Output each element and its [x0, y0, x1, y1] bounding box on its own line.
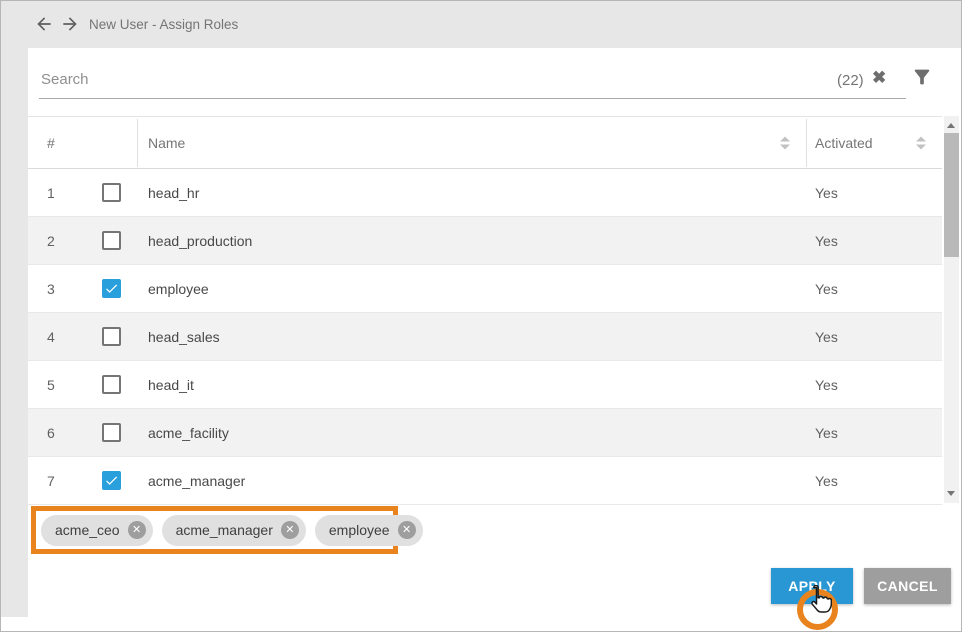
role-name: acme_manager [148, 473, 245, 489]
back-arrow-icon[interactable] [34, 14, 54, 34]
column-header-index: # [47, 135, 55, 151]
result-count: (22) [837, 72, 864, 89]
role-name: employee [148, 281, 209, 297]
role-name: head_hr [148, 185, 199, 201]
selected-role-chip: acme_manager ✕ [162, 515, 306, 546]
assign-roles-dialog: New User - Assign Roles Search (22) ✖ # … [0, 0, 962, 632]
activated-value: Yes [815, 377, 838, 393]
row-index: 4 [47, 329, 55, 345]
forward-arrow-icon[interactable] [60, 14, 80, 34]
scrollbar-thumb[interactable] [944, 133, 959, 257]
activated-value: Yes [815, 281, 838, 297]
role-checkbox[interactable] [102, 183, 121, 202]
chip-remove-icon[interactable]: ✕ [398, 521, 416, 539]
role-name: acme_facility [148, 425, 229, 441]
activated-value: Yes [815, 233, 838, 249]
search-input[interactable]: Search [41, 71, 89, 88]
page-title: New User - Assign Roles [89, 17, 238, 32]
chip-remove-icon[interactable]: ✕ [128, 521, 146, 539]
column-header-name: Name [148, 135, 185, 151]
table-row: 1 head_hr Yes [28, 169, 942, 217]
column-divider [806, 119, 807, 167]
table-row: 4 head_sales Yes [28, 313, 942, 361]
table-scrollbar [944, 116, 959, 503]
table-row: 3 employee Yes [28, 265, 942, 313]
chip-remove-icon[interactable]: ✕ [281, 521, 299, 539]
column-divider [137, 119, 138, 167]
search-underline [39, 98, 906, 99]
topbar: New User - Assign Roles [1, 1, 961, 48]
role-name: head_sales [148, 329, 220, 345]
left-margin [1, 48, 28, 617]
role-checkbox[interactable] [102, 375, 121, 394]
scroll-down-icon[interactable] [947, 491, 955, 496]
role-name: head_production [148, 233, 252, 249]
selected-role-chip: acme_ceo ✕ [41, 515, 153, 546]
sort-activated-icon[interactable] [916, 136, 926, 149]
table-body: 1 head_hr Yes 2 head_production Yes 3 em… [28, 169, 942, 505]
activated-value: Yes [815, 329, 838, 345]
chip-label: acme_ceo [55, 522, 120, 538]
filter-icon[interactable] [911, 66, 933, 88]
row-index: 3 [47, 281, 55, 297]
clear-search-icon[interactable]: ✖ [872, 68, 886, 88]
table-row: 6 acme_facility Yes [28, 409, 942, 457]
role-checkbox[interactable] [102, 471, 121, 490]
row-index: 6 [47, 425, 55, 441]
role-checkbox[interactable] [102, 231, 121, 250]
table-row: 7 acme_manager Yes [28, 457, 942, 505]
activated-value: Yes [815, 425, 838, 441]
cancel-button[interactable]: CANCEL [864, 568, 951, 604]
row-index: 7 [47, 473, 55, 489]
row-index: 2 [47, 233, 55, 249]
role-name: head_it [148, 377, 194, 393]
activated-value: Yes [815, 185, 838, 201]
role-checkbox[interactable] [102, 279, 121, 298]
selected-role-chip: employee ✕ [315, 515, 423, 546]
column-header-activated: Activated [815, 135, 873, 151]
table-row: 5 head_it Yes [28, 361, 942, 409]
row-index: 1 [47, 185, 55, 201]
table-header: # Name Activated [28, 116, 942, 169]
role-checkbox[interactable] [102, 327, 121, 346]
row-index: 5 [47, 377, 55, 393]
chip-label: employee [329, 522, 390, 538]
activated-value: Yes [815, 473, 838, 489]
chip-label: acme_manager [176, 522, 273, 538]
annotation-highlight-box: acme_ceo ✕ acme_manager ✕ employee ✕ [31, 506, 398, 554]
table-row: 2 head_production Yes [28, 217, 942, 265]
role-checkbox[interactable] [102, 423, 121, 442]
hand-cursor-icon [804, 585, 832, 617]
scroll-up-icon[interactable] [947, 123, 955, 128]
sort-name-icon[interactable] [780, 136, 790, 149]
